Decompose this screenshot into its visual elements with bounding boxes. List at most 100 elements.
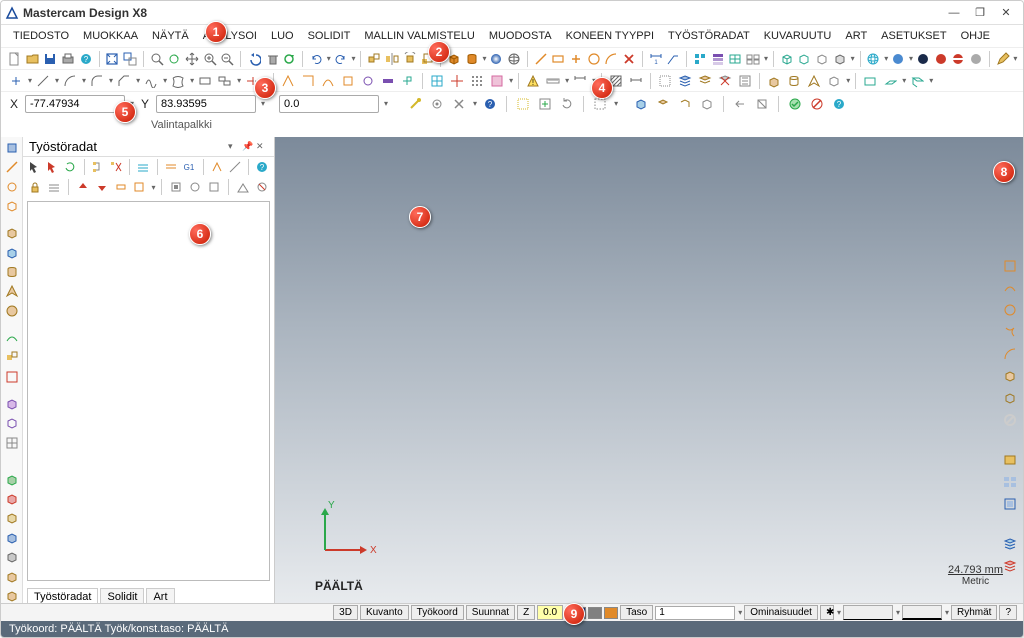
plane-set-icon[interactable]: [861, 72, 879, 90]
sphere-blue-icon[interactable]: [890, 50, 906, 68]
lr-15-icon[interactable]: [3, 434, 21, 451]
ops-b-icon[interactable]: [187, 179, 203, 195]
measure-icon[interactable]: [571, 72, 589, 90]
zoom-window-icon[interactable]: [122, 50, 138, 68]
ops-help-icon[interactable]: ?: [255, 159, 270, 175]
viewsheets-icon[interactable]: [745, 50, 761, 68]
menu-muodosta[interactable]: MUODOSTA: [485, 28, 556, 44]
lr-5-icon[interactable]: [3, 224, 21, 241]
lr-18-icon[interactable]: [3, 510, 21, 527]
lr-7-icon[interactable]: [3, 263, 21, 280]
modify-5-icon[interactable]: [359, 72, 377, 90]
lr-1-icon[interactable]: [3, 139, 21, 156]
ops-g1-icon[interactable]: G1: [182, 159, 197, 175]
modify-4-icon[interactable]: [339, 72, 357, 90]
btn-suunnat[interactable]: Suunnat: [466, 605, 515, 620]
zoom-in-icon[interactable]: [202, 50, 218, 68]
iso-cube2-icon[interactable]: [797, 50, 813, 68]
z-value[interactable]: 0.0: [537, 605, 563, 620]
sphere-dark-icon[interactable]: [915, 50, 931, 68]
rr-1-icon[interactable]: [1001, 257, 1019, 275]
menu-kuvaruutu[interactable]: KUVARUUTU: [760, 28, 836, 44]
sol-4-icon[interactable]: [825, 72, 843, 90]
lr-8-icon[interactable]: [3, 283, 21, 300]
wire-icon[interactable]: [506, 50, 522, 68]
lr-10-icon[interactable]: [3, 329, 21, 346]
rr-4-icon[interactable]: [1001, 323, 1019, 341]
ops-c-icon[interactable]: [206, 179, 222, 195]
selface-icon[interactable]: [654, 95, 672, 113]
ops-display-icon[interactable]: [46, 179, 62, 195]
level-mgr-icon[interactable]: [736, 72, 754, 90]
delete-icon[interactable]: [264, 50, 280, 68]
lr-13-icon[interactable]: [3, 395, 21, 412]
color-swatch-3[interactable]: [604, 607, 618, 619]
cancel-icon[interactable]: [808, 95, 826, 113]
layers-del-icon[interactable]: [716, 72, 734, 90]
selin-icon[interactable]: [753, 95, 771, 113]
window-close[interactable]: ✕: [993, 4, 1019, 22]
lr-19-icon[interactable]: [3, 529, 21, 546]
ops-up-icon[interactable]: [75, 179, 91, 195]
ops-pin-icon[interactable]: 📌: [242, 141, 254, 153]
regen-icon[interactable]: [281, 50, 297, 68]
ops-verify-icon[interactable]: [227, 159, 242, 175]
plane-set3-icon[interactable]: [908, 72, 926, 90]
surf-icon[interactable]: [169, 72, 187, 90]
rr-11-icon[interactable]: [1001, 495, 1019, 513]
plane-set2-icon[interactable]: [881, 72, 899, 90]
planes-mgr-icon[interactable]: [728, 50, 744, 68]
ops-a-icon[interactable]: [168, 179, 184, 195]
rr-3-icon[interactable]: [1001, 301, 1019, 319]
rect-opts-icon[interactable]: [216, 72, 234, 90]
sol-revolve-icon[interactable]: [785, 72, 803, 90]
rr-7-icon[interactable]: [1001, 389, 1019, 407]
iso-cube4-icon[interactable]: [832, 50, 848, 68]
pencil-icon[interactable]: [995, 50, 1011, 68]
ruler-icon[interactable]: [544, 72, 562, 90]
rr-6-icon[interactable]: [1001, 367, 1019, 385]
line-icon[interactable]: [34, 72, 52, 90]
lr-21-icon[interactable]: [3, 568, 21, 585]
ops-collapse-icon[interactable]: [113, 179, 129, 195]
xform-translate-icon[interactable]: [366, 50, 382, 68]
point-icon[interactable]: [7, 72, 25, 90]
btn-tyokoord[interactable]: Työkoord: [411, 605, 464, 620]
btn-kuvanto[interactable]: Kuvanto: [360, 605, 409, 620]
sol-3-icon[interactable]: [805, 72, 823, 90]
rr-2-icon[interactable]: [1001, 279, 1019, 297]
ok-icon[interactable]: [786, 95, 804, 113]
open-file-icon[interactable]: [25, 50, 41, 68]
lr-16-icon[interactable]: [3, 471, 21, 488]
ops-layers-icon[interactable]: [136, 159, 151, 175]
circle-create-icon[interactable]: [586, 50, 602, 68]
menu-tyostoradat[interactable]: TYÖSTÖRADAT: [664, 28, 754, 44]
dynamic-rotate-icon[interactable]: [166, 50, 182, 68]
grid-snap-icon[interactable]: [428, 72, 446, 90]
arc-icon[interactable]: [61, 72, 79, 90]
x-field[interactable]: [25, 95, 125, 113]
sol-extrude-icon[interactable]: [765, 72, 783, 90]
layers-view2-icon[interactable]: [696, 72, 714, 90]
menu-nayta[interactable]: NÄYTÄ: [148, 28, 193, 44]
ops-treex-icon[interactable]: [108, 159, 123, 175]
ops-seldirty-icon[interactable]: [45, 159, 60, 175]
ops-close-icon[interactable]: ✕: [256, 141, 268, 153]
menu-tiedosto[interactable]: TIEDOSTO: [9, 28, 73, 44]
iso-cube-icon[interactable]: [779, 50, 795, 68]
zoom-out-icon[interactable]: [219, 50, 235, 68]
del-ent-icon[interactable]: [621, 50, 637, 68]
lr-20-icon[interactable]: [3, 549, 21, 566]
ops-e-icon[interactable]: [254, 179, 270, 195]
taso-input[interactable]: [655, 606, 735, 620]
sphere-grey-icon[interactable]: [968, 50, 984, 68]
ops-tree-area[interactable]: [27, 201, 270, 581]
help2-icon[interactable]: ?: [481, 95, 499, 113]
xform-rotate-icon[interactable]: [402, 50, 418, 68]
modify-3-icon[interactable]: [319, 72, 337, 90]
ops-lock-icon[interactable]: [27, 179, 43, 195]
btn-ominaisuudet[interactable]: Ominaisuudet: [744, 605, 818, 620]
graphics-viewport[interactable]: X Y PÄÄLTÄ 24.793 mm Metric: [275, 137, 1023, 605]
y-field[interactable]: [156, 95, 256, 113]
fastpoint-icon[interactable]: [406, 95, 424, 113]
